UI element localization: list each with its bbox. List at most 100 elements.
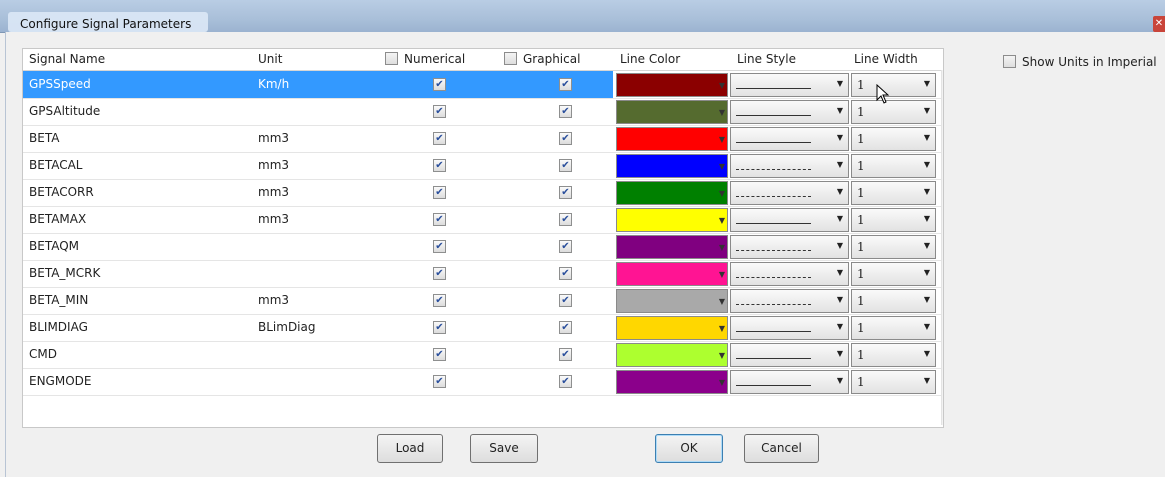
graphical-all-checkbox[interactable] [504,52,517,65]
line-style-dropdown[interactable]: ▼ [730,316,849,340]
numerical-checkbox[interactable]: ✔ [433,132,446,145]
numerical-checkbox[interactable]: ✔ [433,348,446,361]
line-style-preview [736,331,811,332]
numerical-checkbox[interactable]: ✔ [433,267,446,280]
line-style-dropdown[interactable]: ▼ [730,100,849,124]
line-style-dropdown[interactable]: ▼ [730,262,849,286]
graphical-checkbox[interactable]: ✔ [559,348,572,361]
unit-cell: mm3 [258,185,290,199]
line-color-dropdown[interactable]: ▼ [616,316,728,340]
table-row[interactable]: ENGMODE ✔ ✔ ▼ ▼ 1 ▼ [23,368,943,396]
line-width-dropdown[interactable]: 1 ▼ [851,73,936,97]
graphical-checkbox[interactable]: ✔ [559,132,572,145]
numerical-checkbox[interactable]: ✔ [433,186,446,199]
header-graphical[interactable]: Graphical [504,52,580,66]
table-row[interactable]: CMD ✔ ✔ ▼ ▼ 1 ▼ [23,341,943,369]
table-row[interactable]: BETACORR mm3 ✔ ✔ ▼ ▼ 1 ▼ [23,179,943,207]
graphical-checkbox[interactable]: ✔ [559,213,572,226]
line-color-dropdown[interactable]: ▼ [616,100,728,124]
line-width-dropdown[interactable]: 1 ▼ [851,181,936,205]
header-unit[interactable]: Unit [258,52,282,66]
line-width-value: 1 [857,321,865,335]
graphical-checkbox[interactable]: ✔ [559,321,572,334]
line-width-dropdown[interactable]: 1 ▼ [851,154,936,178]
numerical-checkbox[interactable]: ✔ [433,213,446,226]
line-width-dropdown[interactable]: 1 ▼ [851,343,936,367]
table-row[interactable]: BETA_MCRK ✔ ✔ ▼ ▼ 1 ▼ [23,260,943,288]
numerical-checkbox[interactable]: ✔ [433,78,446,91]
line-color-dropdown[interactable]: ▼ [616,208,728,232]
chevron-down-icon: ▼ [923,79,930,88]
table-row[interactable]: BETAQM ✔ ✔ ▼ ▼ 1 ▼ [23,233,943,261]
line-color-dropdown[interactable]: ▼ [616,262,728,286]
line-style-dropdown[interactable]: ▼ [730,343,849,367]
line-width-dropdown[interactable]: 1 ▼ [851,289,936,313]
load-button[interactable]: Load [377,434,443,463]
numerical-checkbox[interactable]: ✔ [433,105,446,118]
table-row[interactable]: BLIMDIAG BLimDiag ✔ ✔ ▼ ▼ 1 ▼ [23,314,943,342]
line-width-dropdown[interactable]: 1 ▼ [851,262,936,286]
line-style-dropdown[interactable]: ▼ [730,127,849,151]
line-style-dropdown[interactable]: ▼ [730,208,849,232]
header-graphical-label: Graphical [523,52,581,66]
line-style-dropdown[interactable]: ▼ [730,73,849,97]
line-color-dropdown[interactable]: ▼ [616,289,728,313]
line-width-dropdown[interactable]: 1 ▼ [851,370,936,394]
scroll-up-icon[interactable]: ▲ [942,70,943,86]
line-color-dropdown[interactable]: ▼ [616,235,728,259]
line-width-dropdown[interactable]: 1 ▼ [851,316,936,340]
numerical-checkbox[interactable]: ✔ [433,240,446,253]
chevron-down-icon: ▼ [718,297,725,306]
graphical-checkbox[interactable]: ✔ [559,240,572,253]
title-bar[interactable]: Configure Signal Parameters ✕ [0,0,1165,33]
graphical-checkbox[interactable]: ✔ [559,267,572,280]
numerical-checkbox[interactable]: ✔ [433,159,446,172]
line-width-dropdown[interactable]: 1 ▼ [851,235,936,259]
line-style-dropdown[interactable]: ▼ [730,370,849,394]
table-row[interactable]: GPSSpeed Km/h ✔ ✔ ▼ ▼ 1 ▼ [23,71,943,99]
line-style-dropdown[interactable]: ▼ [730,154,849,178]
cancel-button[interactable]: Cancel [744,434,819,463]
header-line-style[interactable]: Line Style [737,52,796,66]
header-numerical[interactable]: Numerical [385,52,465,66]
line-color-dropdown[interactable]: ▼ [616,154,728,178]
numerical-all-checkbox[interactable] [385,52,398,65]
chevron-down-icon: ▼ [836,268,843,277]
imperial-units-option[interactable]: Show Units in Imperial [1003,55,1157,69]
chevron-down-icon: ▼ [718,162,725,171]
graphical-checkbox[interactable]: ✔ [559,105,572,118]
graphical-checkbox[interactable]: ✔ [559,159,572,172]
scroll-down-icon[interactable]: ▼ [942,409,943,425]
line-color-dropdown[interactable]: ▼ [616,370,728,394]
table-row[interactable]: BETA_MIN mm3 ✔ ✔ ▼ ▼ 1 ▼ [23,287,943,315]
table-row[interactable]: BETA mm3 ✔ ✔ ▼ ▼ 1 ▼ [23,125,943,153]
table-row[interactable]: BETAMAX mm3 ✔ ✔ ▼ ▼ 1 ▼ [23,206,943,234]
graphical-checkbox[interactable]: ✔ [559,78,572,91]
imperial-units-checkbox[interactable] [1003,55,1016,68]
line-style-dropdown[interactable]: ▼ [730,181,849,205]
line-style-dropdown[interactable]: ▼ [730,235,849,259]
table-row[interactable]: GPSAltitude ✔ ✔ ▼ ▼ 1 ▼ [23,98,943,126]
line-color-dropdown[interactable]: ▼ [616,127,728,151]
line-color-dropdown[interactable]: ▼ [616,73,728,97]
header-line-color[interactable]: Line Color [620,52,680,66]
graphical-checkbox[interactable]: ✔ [559,294,572,307]
header-signal-name[interactable]: Signal Name [29,52,105,66]
line-color-dropdown[interactable]: ▼ [616,343,728,367]
line-width-dropdown[interactable]: 1 ▼ [851,100,936,124]
table-row[interactable]: BETACAL mm3 ✔ ✔ ▼ ▼ 1 ▼ [23,152,943,180]
numerical-checkbox[interactable]: ✔ [433,375,446,388]
line-color-dropdown[interactable]: ▼ [616,181,728,205]
numerical-checkbox[interactable]: ✔ [433,321,446,334]
ok-button[interactable]: OK [655,434,723,463]
close-icon[interactable]: ✕ [1153,16,1165,32]
header-line-width[interactable]: Line Width [854,52,918,66]
line-width-dropdown[interactable]: 1 ▼ [851,208,936,232]
line-style-dropdown[interactable]: ▼ [730,289,849,313]
save-button[interactable]: Save [470,434,538,463]
graphical-checkbox[interactable]: ✔ [559,375,572,388]
numerical-checkbox[interactable]: ✔ [433,294,446,307]
vertical-scrollbar[interactable]: ▲ ≡ ▼ [941,70,943,425]
line-width-dropdown[interactable]: 1 ▼ [851,127,936,151]
graphical-checkbox[interactable]: ✔ [559,186,572,199]
